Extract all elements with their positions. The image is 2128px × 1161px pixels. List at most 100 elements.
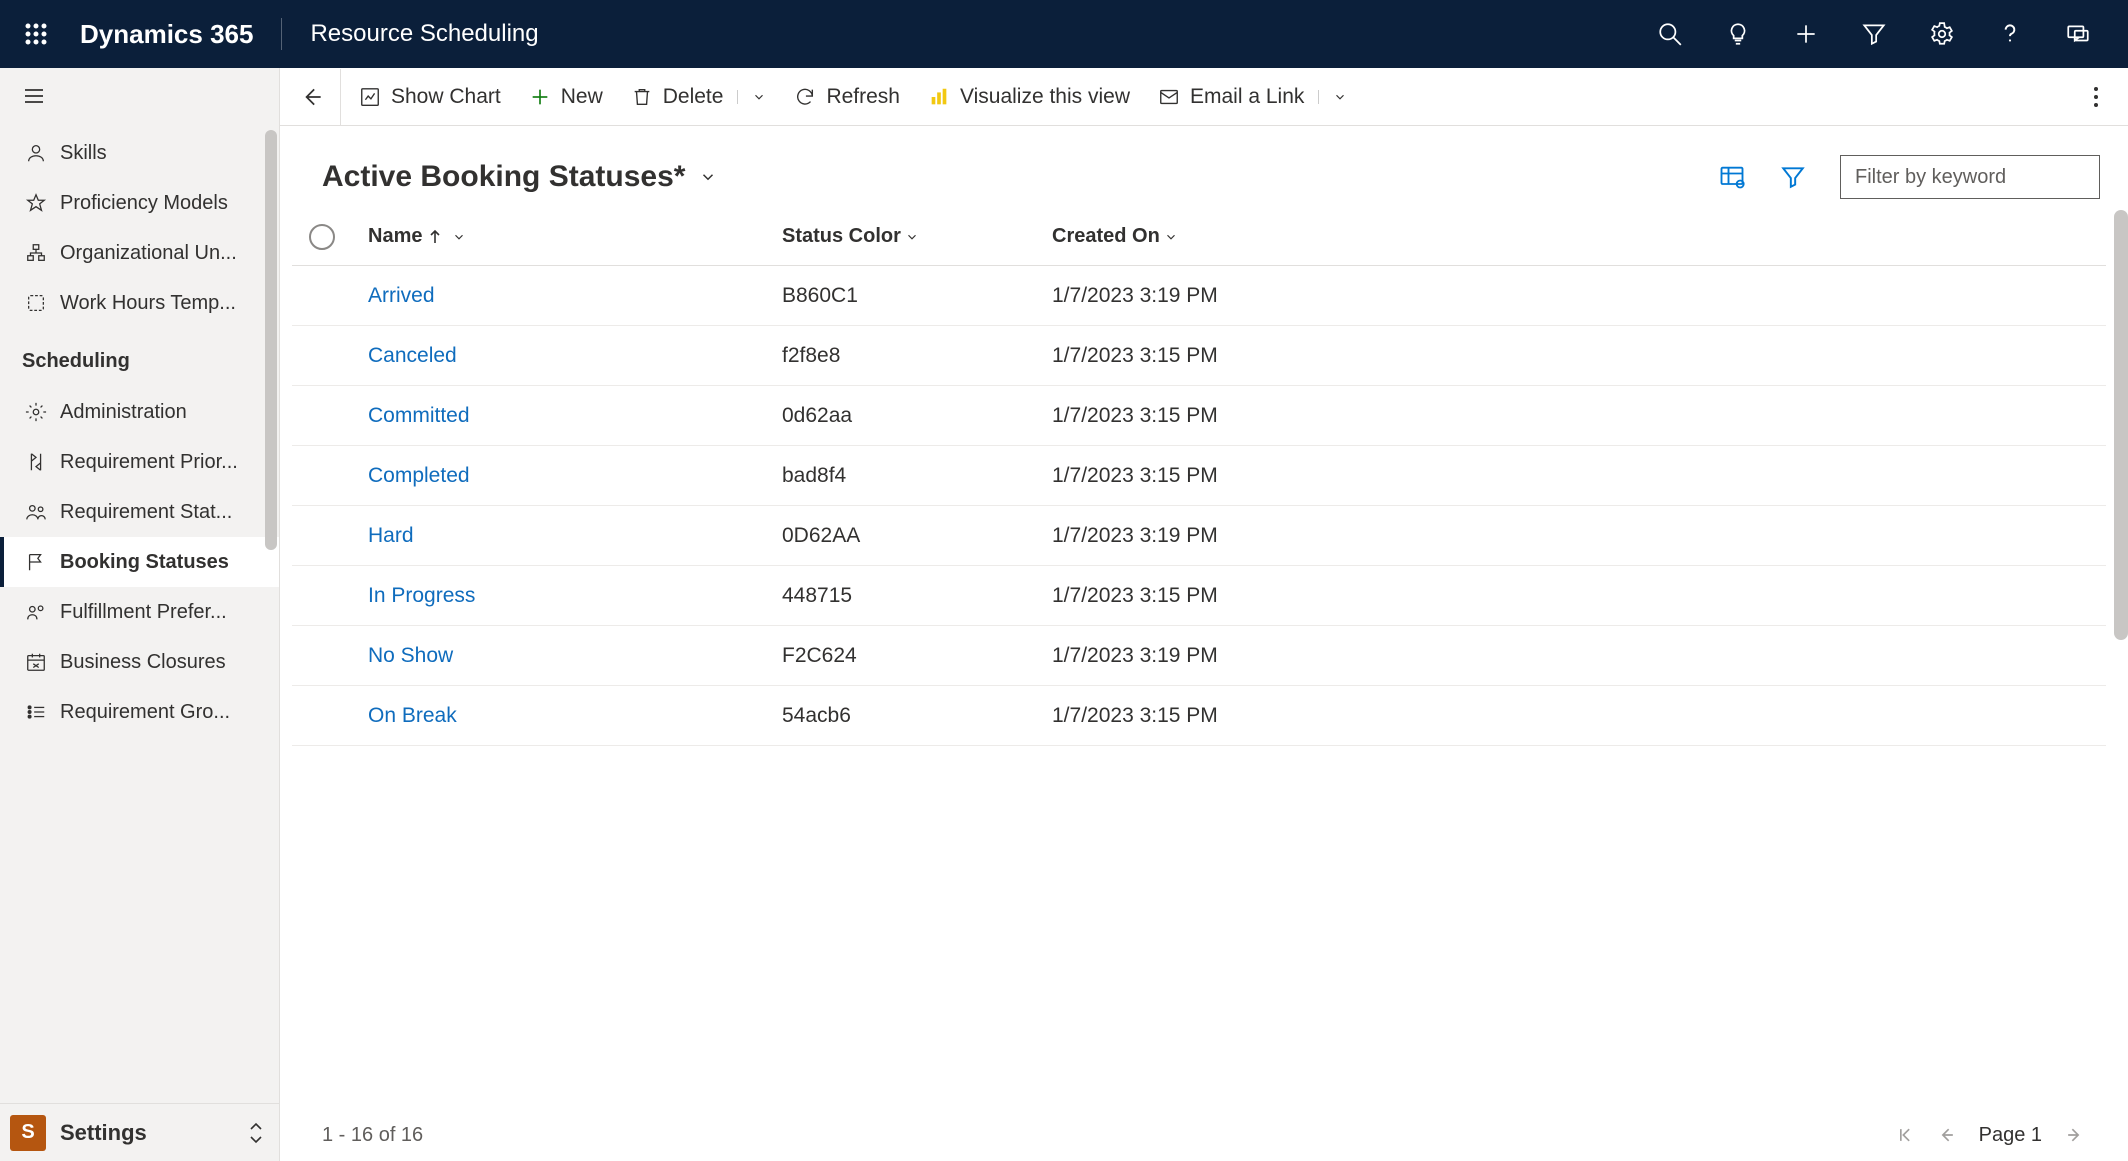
table-row[interactable]: On Break54acb61/7/2023 3:15 PM <box>292 686 2106 746</box>
settings-button[interactable] <box>1908 0 1976 68</box>
column-header-name[interactable]: Name <box>352 225 782 248</box>
back-button[interactable] <box>288 68 336 126</box>
help-button[interactable] <box>1976 0 2044 68</box>
next-page-button[interactable] <box>2064 1125 2084 1145</box>
view-title: Active Booking Statuses* <box>322 160 685 194</box>
view-selector[interactable]: Active Booking Statuses* <box>322 160 717 194</box>
row-created-on: 1/7/2023 3:15 PM <box>1052 464 2106 488</box>
sidebar-item-skills[interactable]: Skills <box>0 128 279 178</box>
column-status-color-label: Status Color <box>782 225 901 248</box>
row-name-link[interactable]: In Progress <box>352 584 782 608</box>
sidebar-item-requirement-statuses[interactable]: Requirement Stat... <box>0 487 279 537</box>
row-status-color: B860C1 <box>782 284 1052 308</box>
priority-icon <box>22 451 50 473</box>
select-all-checkbox[interactable] <box>309 224 335 250</box>
row-created-on: 1/7/2023 3:19 PM <box>1052 524 2106 548</box>
sidebar-item-label: Fulfillment Prefer... <box>60 601 227 624</box>
view-chevron <box>699 168 717 186</box>
table-row[interactable]: In Progress4487151/7/2023 3:15 PM <box>292 566 2106 626</box>
row-status-color: 54acb6 <box>782 704 1052 728</box>
sidebar-item-organizational-units[interactable]: Organizational Un... <box>0 228 279 278</box>
table-row[interactable]: Completedbad8f41/7/2023 3:15 PM <box>292 446 2106 506</box>
more-commands-button[interactable] <box>2072 86 2120 108</box>
sidebar-scrollbar[interactable] <box>265 130 277 550</box>
lightbulb-button[interactable] <box>1704 0 1772 68</box>
row-name-link[interactable]: Canceled <box>352 344 782 368</box>
area-switcher[interactable]: S Settings <box>0 1103 279 1161</box>
sidebar-toggle-button[interactable] <box>0 68 279 124</box>
column-header-status-color[interactable]: Status Color <box>782 225 1052 248</box>
email-link-label: Email a Link <box>1190 85 1304 109</box>
table-row[interactable]: No ShowF2C6241/7/2023 3:19 PM <box>292 626 2106 686</box>
prev-page-button[interactable] <box>1937 1125 1957 1145</box>
first-page-button[interactable] <box>1895 1125 1915 1145</box>
sidebar-item-proficiency-models[interactable]: Proficiency Models <box>0 178 279 228</box>
column-created-chevron <box>1164 230 1178 244</box>
lightbulb-icon <box>1725 21 1751 47</box>
grid-scrollbar[interactable] <box>2114 210 2128 640</box>
table-row[interactable]: Committed0d62aa1/7/2023 3:15 PM <box>292 386 2106 446</box>
row-name-link[interactable]: On Break <box>352 704 782 728</box>
new-button[interactable]: New <box>515 68 617 125</box>
command-bar: Show Chart New Delete Refresh Visualize … <box>280 68 2128 126</box>
sidebar-item-booking-statuses[interactable]: Booking Statuses <box>0 537 279 587</box>
edit-columns-button[interactable] <box>1718 163 1746 191</box>
email-link-button[interactable]: Email a Link <box>1144 68 1361 125</box>
list-icon <box>22 701 50 723</box>
record-count: 1 - 16 of 16 <box>322 1124 423 1147</box>
show-chart-button[interactable]: Show Chart <box>345 68 515 125</box>
sidebar-item-label: Work Hours Temp... <box>60 292 236 315</box>
row-name-link[interactable]: Completed <box>352 464 782 488</box>
trash-icon <box>631 86 653 108</box>
table-row[interactable]: ArrivedB860C11/7/2023 3:19 PM <box>292 266 2106 326</box>
global-topbar: Dynamics 365 Resource Scheduling <box>0 0 2128 68</box>
flag-icon <box>22 551 50 573</box>
row-name-link[interactable]: Committed <box>352 404 782 428</box>
page-label: Page 1 <box>1979 1124 2042 1147</box>
visualize-label: Visualize this view <box>960 85 1130 109</box>
filter-keyword-input[interactable] <box>1840 155 2100 199</box>
email-split-chevron[interactable] <box>1318 90 1347 104</box>
refresh-label: Refresh <box>826 85 900 109</box>
calendar-icon <box>22 651 50 673</box>
arrow-left-icon <box>1937 1125 1957 1145</box>
delete-split-chevron[interactable] <box>737 90 766 104</box>
edit-filters-button[interactable] <box>1780 164 1806 190</box>
add-button[interactable] <box>1772 0 1840 68</box>
visualize-button[interactable]: Visualize this view <box>914 68 1144 125</box>
data-grid: Name Status Color Created On ArrivedB860… <box>280 208 2128 1109</box>
chat-button[interactable] <box>2044 0 2112 68</box>
sidebar-item-work-hours-templates[interactable]: Work Hours Temp... <box>0 278 279 328</box>
sort-asc-icon <box>428 229 442 245</box>
row-name-link[interactable]: Hard <box>352 524 782 548</box>
question-icon <box>1997 21 2023 47</box>
refresh-icon <box>794 86 816 108</box>
chevron-down-icon <box>1333 90 1347 104</box>
pager: 1 - 16 of 16 Page 1 <box>280 1109 2128 1161</box>
filter-button[interactable] <box>1840 0 1908 68</box>
sidebar-item-administration[interactable]: Administration <box>0 387 279 437</box>
app-area-label[interactable]: Resource Scheduling <box>310 20 538 48</box>
person-icon <box>22 142 50 164</box>
row-name-link[interactable]: Arrived <box>352 284 782 308</box>
sidebar-item-label: Booking Statuses <box>60 551 229 574</box>
sidebar-item-label: Requirement Gro... <box>60 701 230 724</box>
delete-button[interactable]: Delete <box>617 68 781 125</box>
refresh-button[interactable]: Refresh <box>780 68 914 125</box>
sidebar-item-requirement-priorities[interactable]: Requirement Prior... <box>0 437 279 487</box>
column-header-created-on[interactable]: Created On <box>1052 225 2106 248</box>
table-row[interactable]: Hard0D62AA1/7/2023 3:19 PM <box>292 506 2106 566</box>
brand-label[interactable]: Dynamics 365 <box>80 19 253 50</box>
table-row[interactable]: Canceledf2f8e81/7/2023 3:15 PM <box>292 326 2106 386</box>
area-chip: S <box>10 1115 46 1151</box>
row-created-on: 1/7/2023 3:15 PM <box>1052 344 2106 368</box>
row-status-color: f2f8e8 <box>782 344 1052 368</box>
sidebar-item-fulfillment-preferences[interactable]: Fulfillment Prefer... <box>0 587 279 637</box>
sidebar-item-business-closures[interactable]: Business Closures <box>0 637 279 687</box>
gear-icon <box>1929 21 1955 47</box>
sidebar-item-requirement-groups[interactable]: Requirement Gro... <box>0 687 279 737</box>
chat-icon <box>2065 21 2091 47</box>
app-launcher-button[interactable] <box>16 23 56 45</box>
row-name-link[interactable]: No Show <box>352 644 782 668</box>
search-button[interactable] <box>1636 0 1704 68</box>
